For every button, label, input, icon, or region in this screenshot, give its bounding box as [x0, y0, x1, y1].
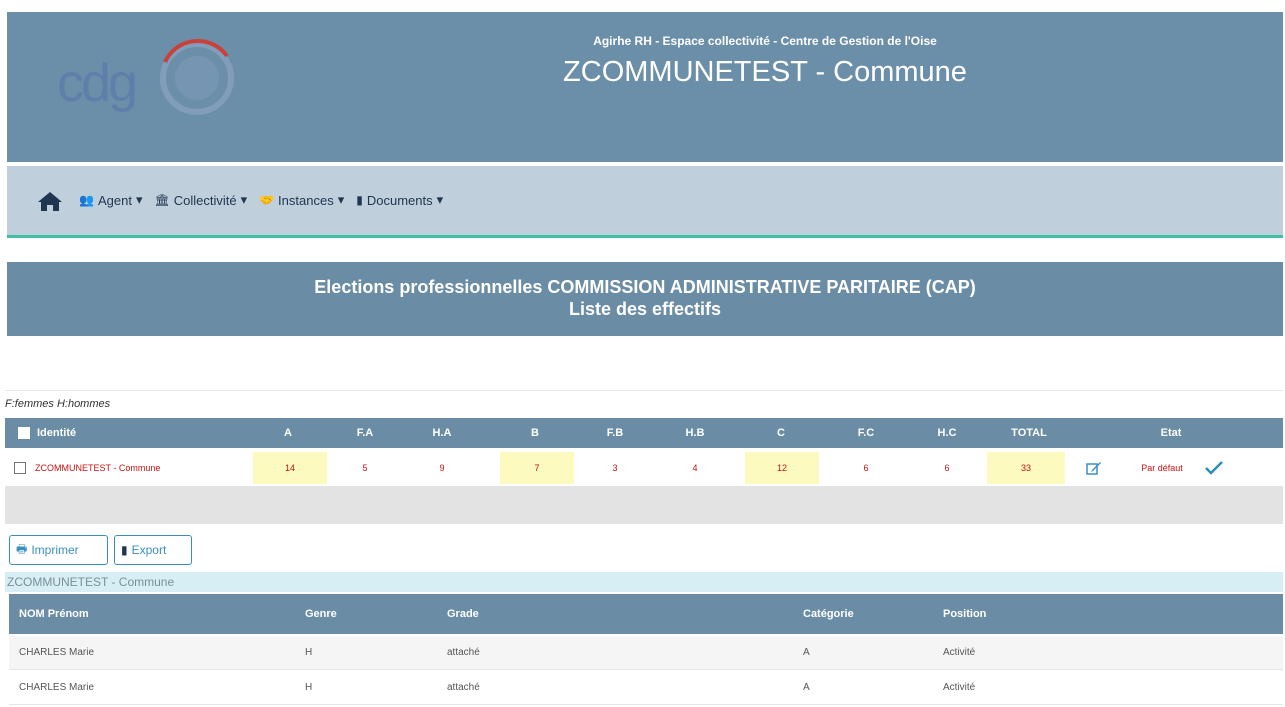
export-button[interactable]: ▮ Export: [114, 535, 192, 565]
value-hc: 6: [944, 463, 950, 473]
divider: [5, 390, 1283, 391]
cell-position: Activité: [943, 682, 976, 693]
value-fc: 6: [863, 463, 869, 473]
handshake-icon: 🤝: [259, 193, 275, 207]
col-b: B: [531, 427, 539, 439]
print-button-label: Imprimer: [31, 543, 79, 557]
edit-icon[interactable]: [1083, 452, 1105, 484]
table-row[interactable]: CHARLES Marie H attaché A Activité: [9, 636, 1283, 670]
nav-collectivite[interactable]: 🏛 Collectivité ▾: [154, 192, 247, 208]
cell-position: Activité: [943, 647, 976, 658]
value-fa: 5: [362, 463, 368, 473]
commune-group-label: ZCOMMUNETEST - Commune: [5, 572, 1283, 592]
page-title: ZCOMMUNETEST - Commune: [563, 56, 967, 88]
col-a: A: [284, 427, 292, 439]
col-grade: Grade: [447, 608, 479, 620]
col-c: C: [777, 427, 785, 439]
file-icon: ▮: [121, 543, 128, 557]
col-fa: F.A: [356, 427, 374, 439]
col-ha: H.A: [432, 427, 452, 439]
caret-down-icon: ▾: [436, 192, 444, 207]
nav-documents-label: Documents: [366, 192, 433, 208]
cell-nom-prenom: CHARLES Marie: [19, 682, 95, 693]
file-icon: ▮: [356, 193, 363, 207]
app-header: cdg Agirhe RH - Espace collectivité - Ce…: [7, 12, 1283, 162]
agents-table-header: NOM Prénom Genre Grade Catégorie Positio…: [9, 594, 1283, 634]
section-banner: Elections professionnelles COMMISSION AD…: [7, 262, 1283, 336]
value-hb: 4: [692, 463, 698, 473]
value-b: 7: [500, 452, 574, 484]
col-total: TOTAL: [1011, 427, 1047, 439]
main-navbar: 👥 Agent ▾ 🏛 Collectivité ▾ 🤝 Instances ▾…: [7, 166, 1283, 238]
etat-value: Par défaut: [1141, 463, 1183, 473]
col-nom-prenom: NOM Prénom: [19, 608, 89, 620]
cell-grade: attaché: [447, 647, 480, 658]
col-etat: Etat: [1160, 427, 1182, 439]
institution-icon: 🏛: [154, 193, 170, 207]
nav-instances-label: Instances: [278, 192, 334, 208]
caret-down-icon: ▾: [337, 192, 345, 207]
col-fb: F.B: [606, 427, 624, 439]
table-footer-band: [5, 486, 1283, 524]
nav-instances[interactable]: 🤝 Instances ▾: [259, 192, 344, 208]
caret-down-icon: ▾: [240, 192, 248, 207]
value-a: 14: [253, 452, 327, 484]
value-c: 12: [745, 452, 819, 484]
col-hc: H.C: [937, 427, 957, 439]
col-fc: F.C: [857, 427, 875, 439]
banner-subtitle: Liste des effectifs: [568, 299, 722, 319]
nav-collectivite-label: Collectivité: [173, 192, 237, 208]
col-position: Position: [943, 608, 987, 620]
cell-genre: H: [305, 682, 313, 693]
value-total: 33: [987, 452, 1065, 484]
col-categorie: Catégorie: [803, 608, 854, 620]
cell-categorie: A: [803, 647, 810, 658]
effectifs-row: ZCOMMUNETEST - Commune 14 5 9 7 3 4 12 6…: [5, 452, 1283, 484]
header-subtitle: Agirhe RH - Espace collectivité - Centre…: [593, 34, 937, 48]
gender-legend: F:femmes H:hommes: [5, 398, 111, 410]
print-button[interactable]: 🖶 Imprimer: [9, 535, 108, 565]
nav-agent[interactable]: 👥 Agent ▾: [79, 192, 142, 208]
check-icon: [1201, 452, 1227, 484]
col-identite: Identité: [37, 427, 77, 439]
col-hb: H.B: [685, 427, 705, 439]
cell-genre: H: [305, 647, 313, 658]
value-fb: 3: [612, 463, 618, 473]
nav-documents[interactable]: ▮ Documents ▾: [356, 192, 443, 208]
select-all-checkbox[interactable]: [17, 418, 31, 448]
home-icon[interactable]: [37, 190, 63, 212]
caret-down-icon: ▾: [135, 192, 143, 207]
export-button-label: Export: [131, 543, 167, 557]
cell-nom-prenom: CHARLES Marie: [19, 647, 95, 658]
banner-title: Elections professionnelles COMMISSION AD…: [314, 277, 976, 297]
effectifs-table-header: Identité A F.A H.A B F.B H.B C F.C H.C T…: [5, 418, 1283, 448]
cell-categorie: A: [803, 682, 810, 693]
row-checkbox[interactable]: [13, 452, 27, 484]
nav-agent-label: Agent: [97, 192, 132, 208]
print-icon: 🖶: [16, 541, 28, 556]
cell-grade: attaché: [447, 682, 480, 693]
col-genre: Genre: [305, 608, 337, 620]
users-icon: 👥: [79, 193, 94, 207]
row-identite[interactable]: ZCOMMUNETEST - Commune: [35, 452, 235, 484]
value-ha: 9: [439, 463, 445, 473]
table-row[interactable]: CHARLES Marie H attaché A Activité: [9, 671, 1283, 705]
